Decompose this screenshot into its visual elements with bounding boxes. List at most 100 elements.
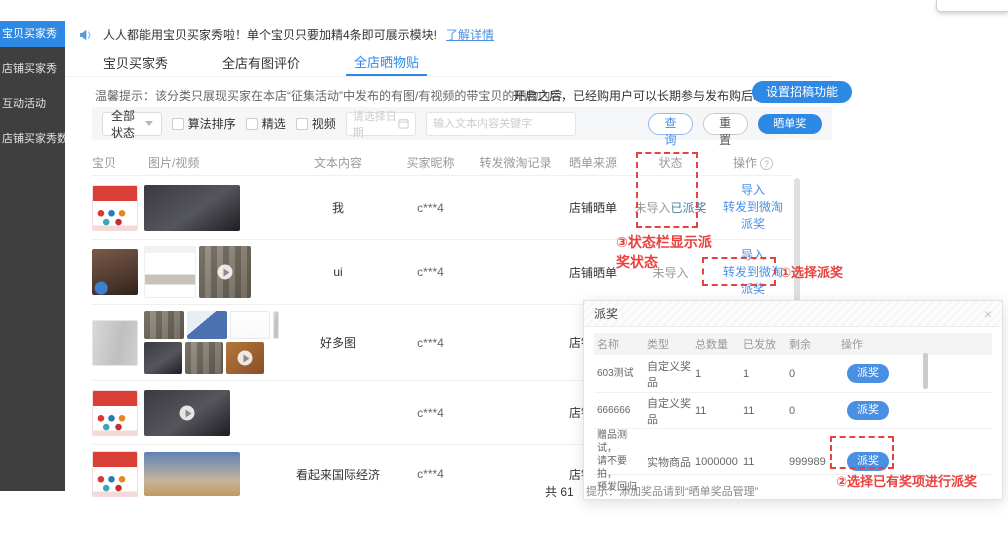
col-nickname: 买家昵称 (388, 154, 473, 171)
featured-checkbox[interactable]: 精选 (246, 115, 286, 132)
dispatch-prize-modal: 派奖 × 名称 类型 总数量 已发放 剩余 操作 603测试 自定义奖品 1 1… (583, 300, 1003, 500)
prize-remain: 999989 (786, 456, 838, 468)
prize-row: 603测试 自定义奖品 1 1 0 派奖 (594, 355, 992, 393)
checkbox-icon (172, 118, 184, 130)
cutoff-popup-fragment (936, 0, 1008, 12)
video-checkbox[interactable]: 视频 (296, 115, 336, 132)
table-row: 我 c***4 店铺晒单 未导入已派奖 导入 转发到微淘 派奖 (92, 176, 793, 240)
dispatch-prize-link[interactable]: 派奖 (713, 281, 793, 298)
tab-item-buyer-show[interactable]: 宝贝买家秀 (95, 48, 176, 76)
dispatch-prize-button[interactable]: 派奖 (847, 401, 889, 420)
col-source: 晒单来源 (558, 154, 628, 171)
prize-row: 赠品测试， 请不要拍， 预发回归 实物商品 1000000 11 999989 … (594, 429, 992, 475)
repost-weitao-link[interactable]: 转发到微淘 (713, 199, 793, 216)
tab-bar: 宝贝买家秀 全店有图评价 全店晒物贴 (65, 48, 832, 77)
prize-issued: 11 (740, 405, 786, 417)
col-repost-record: 转发微淘记录 (473, 154, 558, 171)
filter-bar: 全部状态 算法排序 精选 视频 请选择日期 (92, 107, 832, 140)
product-thumbnail[interactable] (92, 390, 138, 436)
help-icon[interactable]: ? (760, 157, 773, 170)
modal-scrollbar[interactable] (923, 353, 928, 389)
ops-cell: 导入 转发到微淘 派奖 (713, 182, 793, 233)
prize-row: 666666 自定义奖品 11 11 0 派奖 (594, 393, 992, 429)
chevron-down-icon (145, 121, 153, 126)
prize-name: 603测试 (594, 367, 644, 380)
annotation-step2: ②选择已有奖项进行派奖 (836, 472, 1008, 491)
table-header-row: 宝贝 图片/视频 文本内容 买家昵称 转发微淘记录 晒单来源 状态 操作? (92, 150, 793, 176)
product-thumbnail[interactable] (92, 320, 138, 366)
prize-name: 666666 (594, 404, 644, 417)
sidebar-item-shop-buyer-show[interactable]: 店铺买家秀 (0, 56, 65, 82)
sidebar-item-buyer-show-data[interactable]: 店铺买家秀数据 (0, 126, 65, 152)
col-media: 图片/视频 (138, 154, 288, 171)
sidebar-item-item-buyer-show[interactable]: 宝贝买家秀 (0, 21, 65, 47)
keyword-input[interactable] (426, 112, 576, 136)
product-thumbnail[interactable] (92, 185, 138, 231)
review-image-thumbnail[interactable] (187, 311, 227, 339)
review-image-thumbnail[interactable] (230, 311, 270, 339)
buyer-show-console: 宝贝买家秀 店铺买家秀 互动活动 店铺买家秀数据 人人都能用宝贝买家秀啦！单个宝… (0, 0, 1008, 533)
buyer-nickname: c***4 (388, 201, 473, 215)
setup-solicit-button[interactable]: 设置招稿功能 (752, 81, 852, 103)
product-thumbnail[interactable] (92, 451, 138, 497)
review-image-thumbnail[interactable] (144, 452, 240, 496)
review-image-thumbnail[interactable] (144, 342, 182, 374)
review-video-thumbnail[interactable] (226, 342, 264, 374)
review-text: 我 (288, 199, 388, 216)
algorithm-sort-checkbox[interactable]: 算法排序 (172, 115, 236, 132)
buyer-nickname: c***4 (388, 406, 473, 420)
product-thumbnail[interactable] (92, 249, 138, 295)
prize-total: 1 (692, 368, 740, 380)
prize-type: 自定义奖品 (644, 395, 692, 427)
buyer-nickname: c***4 (388, 265, 473, 279)
review-video-thumbnail[interactable] (199, 246, 251, 298)
tip-text: 温馨提示：该分类只展现买家在本店“征集活动”中发布的有图/有视频的带宝贝的晒物内… (95, 87, 562, 104)
review-video-thumbnail[interactable] (144, 390, 230, 436)
import-link[interactable]: 导入 (713, 247, 793, 264)
date-picker-input[interactable]: 请选择日期 (346, 112, 416, 136)
col-product: 宝贝 (92, 154, 138, 171)
prize-issued: 1 (740, 368, 786, 380)
close-icon[interactable]: × (984, 306, 992, 322)
sidebar-item-interactive-activity[interactable]: 互动活动 (0, 91, 65, 117)
col-text: 文本内容 (288, 154, 388, 171)
review-text: 看起来国际经济 (288, 466, 388, 483)
review-image-thumbnail[interactable] (144, 185, 240, 231)
play-icon (218, 265, 233, 280)
announcement-bar: 人人都能用宝贝买家秀啦！单个宝贝只要加精4条即可展示模块! 了解详情 (65, 21, 832, 48)
learn-more-link[interactable]: 了解详情 (446, 26, 494, 43)
modal-title-bar: 派奖 × (584, 301, 1002, 327)
prize-manage-button[interactable]: 晒单奖品管理 (758, 114, 822, 134)
prize-table-header: 名称 类型 总数量 已发放 剩余 操作 (594, 333, 992, 355)
status-filter-select[interactable]: 全部状态 (102, 112, 162, 136)
calendar-icon (398, 118, 409, 129)
prize-table: 名称 类型 总数量 已发放 剩余 操作 603测试 自定义奖品 1 1 0 派奖… (594, 333, 992, 475)
pagination-total: 共 61 (545, 483, 574, 500)
review-image-thumbnail[interactable] (273, 311, 279, 339)
show-source: 店铺晒单 (558, 199, 628, 216)
play-icon (238, 351, 253, 366)
review-image-thumbnail[interactable] (144, 246, 196, 298)
review-image-thumbnail[interactable] (144, 311, 184, 339)
reset-button[interactable]: 重置 (703, 113, 748, 135)
annotation-step1: ①选择派奖 (780, 262, 843, 281)
dispatch-prize-button[interactable]: 派奖 (847, 364, 889, 383)
sidebar: 宝贝买家秀 店铺买家秀 互动活动 店铺买家秀数据 (0, 21, 65, 491)
review-image-thumbnail[interactable] (185, 342, 223, 374)
dispatch-prize-link[interactable]: 派奖 (713, 216, 793, 233)
checkbox-icon (296, 118, 308, 130)
buyer-nickname: c***4 (388, 336, 473, 350)
buyer-nickname: c***4 (388, 467, 473, 481)
import-link[interactable]: 导入 (713, 182, 793, 199)
col-status: 状态 (628, 154, 713, 171)
modal-title: 派奖 (594, 305, 618, 322)
review-text: 好多图 (288, 334, 388, 351)
tab-shop-show-posts[interactable]: 全店晒物贴 (346, 48, 427, 76)
prize-total: 1000000 (692, 456, 740, 468)
search-button[interactable]: 查询 (648, 113, 693, 135)
dispatch-prize-button[interactable]: 派奖 (847, 452, 889, 471)
col-ops: 操作? (713, 154, 793, 171)
prize-issued: 11 (740, 456, 786, 468)
prize-type: 自定义奖品 (644, 358, 692, 390)
tab-shop-photo-reviews[interactable]: 全店有图评价 (214, 48, 308, 76)
